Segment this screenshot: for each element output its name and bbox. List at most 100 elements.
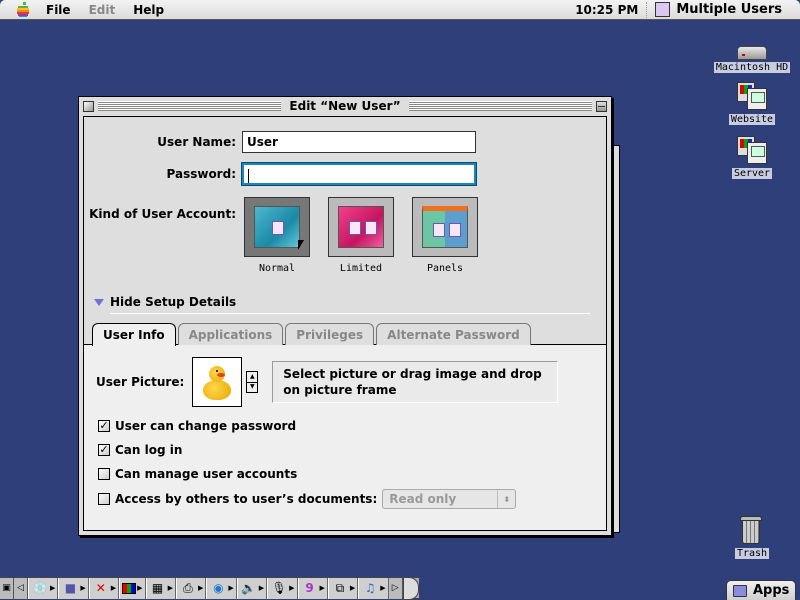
- tab-applications[interactable]: Applications: [177, 323, 284, 345]
- desktop-icon-label: Trash: [734, 548, 770, 559]
- background-window-edge[interactable]: [612, 145, 620, 533]
- menu-help[interactable]: Help: [133, 3, 164, 17]
- tab-privileges[interactable]: Privileges: [285, 323, 375, 345]
- checkbox-label: Access by others to user’s documents:: [115, 492, 378, 506]
- speech-icon: 🎙: [271, 581, 287, 595]
- checkbox-user-can-change-password[interactable]: ✓ User can change password: [98, 419, 296, 433]
- quicktime-icon: ◉: [213, 581, 224, 595]
- panels-account-icon: [422, 206, 468, 248]
- control-strip-item[interactable]: ▦ ▶: [145, 577, 176, 599]
- close-box[interactable]: [83, 100, 94, 112]
- application-menu[interactable]: Multiple Users: [655, 2, 800, 17]
- control-strip-scroll-right[interactable]: ▷: [388, 577, 403, 599]
- menu-edit[interactable]: Edit: [89, 3, 116, 17]
- strip-arrow-icon: ▶: [50, 584, 56, 592]
- popup-arrows-icon: ⬍: [497, 490, 515, 508]
- control-strip-item[interactable]: 💿 ▶: [28, 577, 59, 599]
- desktop-icon-label: Server: [731, 168, 773, 179]
- kind-limited-label: Limited: [339, 263, 383, 274]
- desktop-icon-website[interactable]: Website: [712, 82, 792, 125]
- kind-normal-label: Normal: [258, 263, 296, 274]
- trash-icon: [739, 514, 765, 546]
- control-strip-item[interactable]: ✕ ▶: [88, 577, 120, 599]
- checkbox-checked-icon[interactable]: ✓: [98, 420, 110, 432]
- checkbox-checked-icon[interactable]: ✓: [98, 444, 110, 456]
- control-strip-drag-tab[interactable]: [402, 576, 419, 600]
- apple-menu-icon[interactable]: [14, 1, 32, 18]
- tab-bar: User Info Applications Privileges Altern…: [92, 323, 533, 346]
- picture-hint: Select picture or drag image and drop on…: [272, 361, 559, 403]
- control-strip-item[interactable]: ◉ ▶: [206, 577, 237, 599]
- monitor-bit-depth-icon: [122, 582, 137, 594]
- control-strip-item[interactable]: 9 ▶: [297, 577, 328, 599]
- kind-normal-option[interactable]: Normal: [244, 197, 310, 274]
- multiple-users-icon: [655, 2, 671, 17]
- strip-arrow-icon: ▶: [80, 584, 86, 592]
- strip-arrow-icon: ▶: [228, 584, 234, 592]
- divider: [110, 313, 590, 314]
- control-strip-item[interactable]: ▶: [119, 577, 146, 599]
- access-level-value: Read only: [389, 492, 457, 506]
- kind-limited-option[interactable]: Limited: [328, 197, 394, 274]
- stepper-up-icon[interactable]: ▲: [247, 372, 257, 382]
- checkbox-access-by-others[interactable]: Access by others to user’s documents: Re…: [98, 489, 517, 509]
- checkbox-can-log-in[interactable]: ✓ Can log in: [98, 443, 182, 457]
- control-strip-item[interactable]: 🎙 ▶: [267, 577, 298, 599]
- strip-arrow-icon: ▶: [319, 584, 325, 592]
- menu-separator: [646, 1, 649, 18]
- cd-icon: 💿: [32, 581, 48, 595]
- desktop-icon-server[interactable]: Server: [712, 136, 792, 179]
- control-strip-scroll-left[interactable]: ◁: [14, 577, 28, 599]
- picture-stepper[interactable]: ▲ ▼: [246, 371, 259, 393]
- strip-arrow-icon: ▶: [380, 584, 386, 592]
- application-menu-label: Multiple Users: [676, 2, 782, 17]
- password-field[interactable]: [241, 162, 477, 186]
- desktop-icon-macintosh-hd[interactable]: Macintosh HD: [712, 40, 792, 73]
- window-title-bar[interactable]: Edit “New User”: [79, 97, 611, 115]
- kind-normal-button[interactable]: [244, 197, 310, 257]
- edit-user-window: Edit “New User” User Name: User Password…: [78, 96, 612, 536]
- strip-arrow-icon: ▶: [289, 584, 295, 592]
- folder-icon: [733, 584, 747, 597]
- hide-setup-details-toggle[interactable]: Hide Setup Details: [94, 295, 236, 309]
- control-strip-item[interactable]: ⧉ ▶: [327, 577, 359, 599]
- checkbox-unchecked-icon[interactable]: [98, 493, 110, 505]
- control-strip-item[interactable]: ♫ ▶: [358, 577, 389, 599]
- kind-panels-button[interactable]: [412, 197, 478, 257]
- strip-arrow-icon: ▶: [110, 584, 117, 592]
- user-name-field[interactable]: User: [242, 131, 476, 153]
- control-strip-item[interactable]: ⎙ ▶: [175, 577, 207, 599]
- tab-user-info[interactable]: User Info: [92, 323, 176, 346]
- control-strip-item[interactable]: 🔈 ▶: [236, 577, 268, 599]
- strip-arrow-icon: ▶: [137, 584, 143, 592]
- kind-panels-option[interactable]: Panels: [412, 197, 478, 274]
- normal-account-icon: [254, 206, 300, 248]
- menu-file[interactable]: File: [46, 3, 71, 17]
- network-computer-icon: [735, 136, 769, 166]
- tab-alternate-password[interactable]: Alternate Password: [376, 323, 531, 345]
- desktop-icon-trash[interactable]: Trash: [712, 514, 792, 559]
- checkbox-unchecked-icon[interactable]: [98, 468, 110, 480]
- hide-setup-details-label: Hide Setup Details: [110, 295, 237, 309]
- sherlock-icon: 9: [305, 581, 314, 595]
- stepper-down-icon[interactable]: ▼: [247, 381, 258, 393]
- kind-limited-button[interactable]: [328, 197, 394, 257]
- checkbox-can-manage-user-accounts[interactable]: Can manage user accounts: [98, 467, 297, 481]
- limited-account-icon: [338, 206, 384, 248]
- hard-disk-icon: [737, 46, 767, 60]
- window-content: User Name: User Password: Kind of User A…: [83, 116, 607, 531]
- menu-clock[interactable]: 10:25 PM: [575, 3, 638, 17]
- strip-arrow-icon: ▶: [197, 584, 204, 592]
- file-sharing-icon: ■: [64, 581, 77, 595]
- title-bar-stripes: [98, 101, 282, 111]
- access-level-popup[interactable]: Read only ⬍: [382, 489, 517, 509]
- control-strip-collapse[interactable]: ▣: [0, 577, 14, 599]
- disclosure-triangle-icon: [94, 298, 104, 306]
- user-picture-frame[interactable]: [192, 357, 243, 407]
- checkbox-label: User can change password: [115, 419, 297, 433]
- collapse-box[interactable]: [596, 100, 608, 112]
- apps-folder-tab[interactable]: Apps: [726, 580, 796, 600]
- user-name-label: User Name:: [157, 135, 236, 149]
- control-strip-item[interactable]: ■ ▶: [58, 577, 89, 599]
- password-label: Password:: [166, 167, 237, 181]
